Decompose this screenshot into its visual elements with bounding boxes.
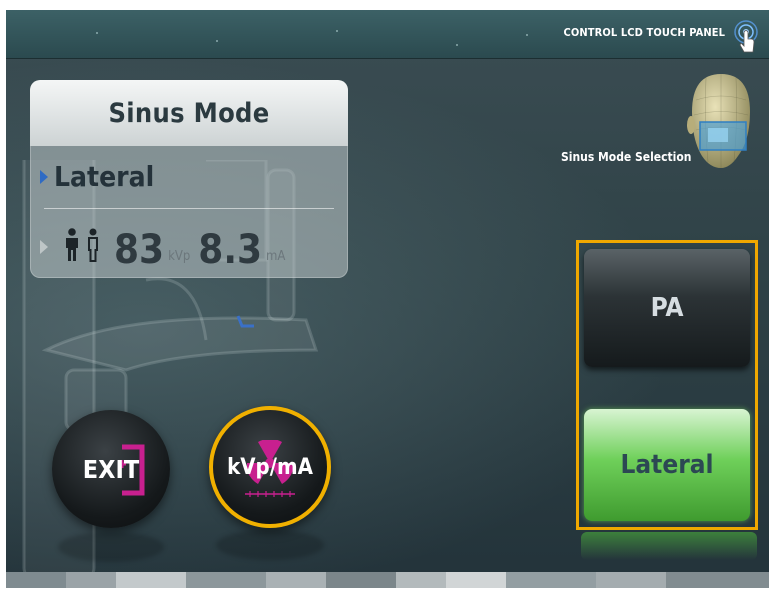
mode-info-card: Sinus Mode Lateral 83 kVp 8.3 mA (30, 80, 348, 278)
bottom-strip (6, 572, 769, 588)
touch-hand-icon (734, 20, 758, 53)
mode-row: Lateral (40, 160, 154, 193)
divider (44, 208, 334, 209)
panel-title: CONTROL LCD TOUCH PANEL (563, 26, 725, 39)
kvp-unit: kVp (168, 249, 191, 264)
pa-label: PA (650, 293, 684, 323)
lateral-label: Lateral (620, 450, 714, 480)
arrow-right-icon (40, 240, 48, 254)
ma-value: 8.3 (198, 227, 263, 273)
head-3d-icon (687, 74, 750, 168)
screen: CONTROL LCD TOUCH PANEL Sinus Mode Later… (6, 10, 769, 588)
mode-selection-panel: PA Lateral (576, 240, 758, 530)
card-title: Sinus Mode (108, 97, 270, 129)
ma-unit: mA (266, 249, 286, 264)
kvp-ma-button[interactable]: kVp/mA (209, 406, 331, 528)
exit-button-reflection (58, 532, 164, 562)
exposure-row: 83 kVp 8.3 mA (40, 220, 293, 270)
adult-person-icon (66, 228, 78, 261)
arrow-right-icon (40, 169, 48, 184)
exit-button[interactable]: EXIT (52, 410, 170, 528)
sinus-mode-selection-label: Sinus Mode Selection (561, 150, 692, 164)
kvp-value: 83 (114, 227, 165, 273)
kvp-button-reflection (216, 530, 324, 560)
top-bar: CONTROL LCD TOUCH PANEL (6, 10, 769, 59)
card-header: Sinus Mode (30, 80, 348, 146)
child-person-icon (88, 228, 98, 262)
exit-label: EXIT (82, 454, 140, 484)
lateral-button-reflection (581, 532, 757, 560)
selected-mode-label: Lateral (54, 160, 155, 193)
pa-button[interactable]: PA (584, 249, 750, 367)
scale-icon (245, 491, 295, 497)
kvp-ma-label: kVp/mA (227, 454, 313, 480)
lateral-button[interactable]: Lateral (584, 409, 750, 521)
